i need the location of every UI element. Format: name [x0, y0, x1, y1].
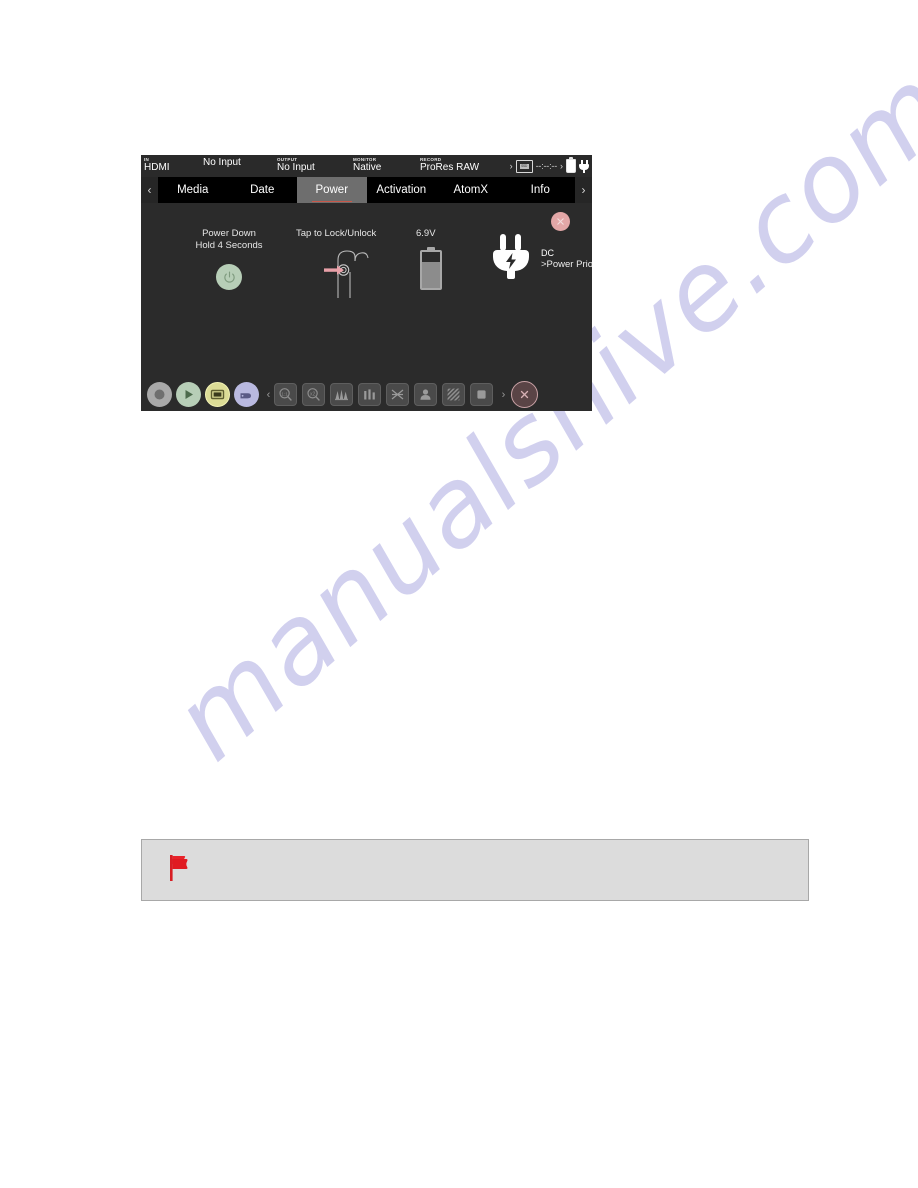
tabs-container: Media Date Power Activation AtomX Info: [158, 177, 575, 203]
bottom-toolbar: ‹ 1:1 x2 ›: [141, 378, 592, 411]
magnifier-2x-icon: x2: [307, 388, 320, 401]
zebra-icon: [447, 388, 460, 401]
focus-peaking-button[interactable]: [414, 383, 437, 406]
padlock-icon: [324, 250, 369, 298]
timecode-readout: --:--:--: [535, 161, 558, 171]
device-screenshot: IN HDMI No Input OUTPUT No Input MONITOR…: [141, 155, 592, 411]
tab-power[interactable]: Power: [297, 177, 367, 203]
status-input-signal-value: No Input: [203, 157, 241, 168]
person-icon: [420, 389, 431, 400]
status-record[interactable]: RECORD ProRes RAW: [420, 155, 479, 177]
waveform-icon: [335, 389, 348, 401]
vectorscope-icon: [391, 389, 404, 400]
lock-unlock-section: Tap to Lock/Unlock: [296, 228, 406, 303]
svg-text:1:1: 1:1: [281, 391, 288, 396]
zebra-button[interactable]: [442, 383, 465, 406]
dc-text-block: DC >Power Priority Mode: [541, 247, 592, 271]
battery-level-icon: [420, 247, 442, 290]
lock-illustration[interactable]: [324, 248, 394, 303]
svg-text:x2: x2: [310, 391, 316, 397]
zoom-2x-button[interactable]: x2: [302, 383, 325, 406]
ssd-media-icon[interactable]: SSD: [515, 159, 533, 173]
play-icon: [185, 390, 193, 399]
magnifier-1to1-icon: 1:1: [279, 388, 292, 401]
status-monitor-value: Native: [353, 162, 382, 173]
plug-icon[interactable]: [579, 159, 589, 173]
dc-subtitle: >Power Priority Mode: [541, 259, 592, 270]
lock-unlock-label: Tap to Lock/Unlock: [296, 228, 377, 239]
ssd-icon-label: SSD: [519, 163, 529, 169]
dc-title: DC: [541, 248, 554, 258]
status-record-value: ProRes RAW: [420, 162, 480, 173]
tabs-next-arrow-icon[interactable]: ›: [575, 177, 592, 203]
toolbar-close-button[interactable]: [511, 381, 538, 408]
tab-date[interactable]: Date: [227, 177, 297, 203]
media-prev-chevron-icon[interactable]: ›: [510, 161, 513, 171]
tools-next-arrow-icon[interactable]: ›: [498, 389, 509, 401]
note-callout-box: [141, 839, 809, 901]
tabs-prev-arrow-icon[interactable]: ‹: [141, 177, 158, 203]
false-color-button[interactable]: [470, 383, 493, 406]
status-input-value: HDMI: [144, 162, 170, 173]
power-down-section: Power Down Hold 4 Seconds: [164, 228, 294, 290]
tag-button[interactable]: [234, 382, 259, 407]
waveform-button[interactable]: [330, 383, 353, 406]
record-icon: [154, 389, 165, 400]
dc-power-section: DC >Power Priority Mode: [491, 228, 592, 280]
status-right-cluster: › SSD --:--:-- ›: [510, 157, 589, 175]
tools-prev-arrow-icon[interactable]: ‹: [263, 389, 274, 401]
status-monitor[interactable]: MONITOR Native: [353, 155, 381, 177]
play-button[interactable]: [176, 382, 201, 407]
power-down-line2: Hold 4 Seconds: [195, 240, 263, 251]
power-down-line1: Power Down: [202, 228, 256, 239]
status-input-signal[interactable]: No Input: [203, 155, 241, 177]
rgb-parade-button[interactable]: [358, 383, 381, 406]
tag-icon: [240, 393, 251, 399]
status-output[interactable]: OUTPUT No Input: [277, 155, 315, 177]
status-output-tiny-label: OUTPUT: [277, 157, 298, 162]
record-button[interactable]: [147, 382, 172, 407]
status-output-value: No Input: [277, 162, 315, 173]
battery-voltage: 6.9V: [416, 228, 436, 239]
close-icon: [520, 390, 529, 399]
pointer-arrow-icon: [324, 265, 344, 275]
red-flag-icon: [168, 853, 194, 888]
tab-atomx[interactable]: AtomX: [436, 177, 506, 203]
rgb-parade-icon: [364, 389, 375, 400]
monitor-button[interactable]: [205, 382, 230, 407]
lightning-bolt-icon: [506, 253, 516, 269]
tab-media[interactable]: Media: [158, 177, 228, 203]
status-bar: IN HDMI No Input OUTPUT No Input MONITOR…: [141, 155, 592, 177]
power-settings-panel: Power Down Hold 4 Seconds Tap to Lock/Un…: [141, 203, 592, 378]
false-color-icon: [477, 390, 486, 399]
monitor-icon: [210, 389, 225, 400]
status-monitor-tiny-label: MONITOR: [353, 157, 377, 162]
dc-plug-icon: [491, 234, 531, 280]
status-input-tiny-label: IN: [144, 157, 150, 162]
media-next-chevron-icon[interactable]: ›: [560, 161, 563, 171]
zoom-1to1-button[interactable]: 1:1: [274, 383, 297, 406]
power-down-button[interactable]: [216, 264, 242, 290]
battery-section: 6.9V: [416, 228, 496, 290]
power-icon: [223, 271, 235, 283]
settings-tab-bar: ‹ Media Date Power Activation AtomX Info…: [141, 177, 592, 203]
battery-icon[interactable]: [566, 157, 576, 173]
tab-activation[interactable]: Activation: [366, 177, 436, 203]
vectorscope-button[interactable]: [386, 383, 409, 406]
tab-info[interactable]: Info: [505, 177, 575, 203]
status-input[interactable]: IN HDMI: [144, 155, 170, 177]
battery-fill: [422, 262, 440, 288]
status-record-tiny-label: RECORD: [420, 157, 442, 162]
close-icon: [557, 218, 564, 225]
